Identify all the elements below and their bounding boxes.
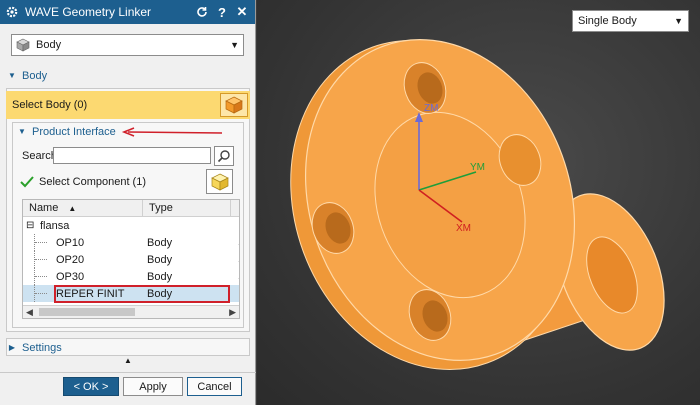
select-component-label: Select Component (1) [39,176,146,188]
search-input[interactable] [53,147,211,164]
body-section-label: Body [22,69,48,82]
row-name: OP30 [56,270,85,283]
body-section-header[interactable]: ▼ Body [8,67,248,84]
xm-axis-label: XM [456,223,471,234]
expand-triangle-icon: ▼ [8,71,16,80]
expand-triangle-icon: ▼ [18,127,26,136]
settings-label: Settings [22,341,62,354]
row-name: OP10 [56,236,85,249]
tree-collapse-icon[interactable]: ⊟ [26,220,36,231]
wave-geometry-linker-dialog: WAVE Geometry Linker ? ✕ Body ▼ ▼ Body S… [0,0,256,405]
row-type: Body [147,236,173,249]
cancel-button[interactable]: Cancel [187,377,242,396]
component-table: Name ▲ Type ⊟ flansa OP10 Body . OP20 Bo… [22,199,240,319]
close-icon[interactable]: ✕ [234,4,250,20]
checkmark-icon [20,176,34,188]
ym-axis-label: YM [470,162,485,173]
magnifier-icon [217,150,230,163]
search-button[interactable] [214,146,234,166]
tree-root-label: flansa [40,219,70,232]
scroll-right-icon[interactable]: ▶ [229,307,236,318]
scroll-left-icon[interactable]: ◀ [26,307,33,318]
select-component-button[interactable] [206,169,233,194]
flange-part-model[interactable] [257,0,700,405]
horizontal-scrollbar[interactable]: ◀ ▶ [23,305,239,318]
help-icon[interactable]: ? [214,4,230,20]
select-body-label: Select Body (0) [12,99,88,111]
row-type: Body [147,253,173,266]
table-row-selected[interactable]: REPER FINIT Body [23,285,239,303]
table-header: Name ▲ Type [23,200,239,217]
dialog-title: WAVE Geometry Linker [25,5,152,19]
search-label: Search [22,150,57,162]
select-component-row[interactable]: Select Component (1) [20,176,146,188]
product-interface-header[interactable]: ▼ Product Interface [18,123,128,140]
selection-filter-value: Single Body [578,15,637,27]
selection-filter-dropdown[interactable]: Single Body ▼ [572,10,689,32]
apply-button[interactable]: Apply [123,377,183,396]
row-name: OP20 [56,253,85,266]
table-row[interactable]: OP30 Body . [23,268,239,285]
red-arrow-annotation [121,127,223,137]
select-body-button[interactable] [220,93,248,117]
component-cube-icon [210,173,229,191]
settings-section-header[interactable]: ▶ Settings [8,339,248,356]
chevron-down-icon: ▼ [674,16,683,26]
body-cube-icon [16,38,30,52]
type-dropdown[interactable]: Body ▼ [11,34,244,56]
table-row[interactable]: OP10 Body . [23,234,239,251]
type-dropdown-value: Body [36,39,62,51]
table-row[interactable]: OP20 Body . [23,251,239,268]
zm-axis-label: ZM [424,103,439,114]
row-type: Body [147,270,173,283]
collapsed-triangle-icon: ▶ [8,343,16,352]
table-row[interactable]: ⊟ flansa [23,217,239,234]
product-interface-label: Product Interface [32,125,116,138]
ok-button[interactable]: < OK > [63,377,119,396]
select-body-row[interactable]: Select Body (0) [6,91,250,119]
scrollbar-thumb[interactable] [39,308,135,316]
column-header-type[interactable]: Type [143,200,231,216]
collapse-dialog-icon[interactable]: ▲ [0,356,256,368]
dialog-titlebar: WAVE Geometry Linker ? ✕ [0,0,255,24]
orange-cube-icon [225,96,243,114]
chevron-down-icon: ▼ [230,40,239,50]
sort-ascending-icon: ▲ [68,203,77,213]
column-header-name[interactable]: Name ▲ [23,200,143,216]
red-highlight-box [54,285,230,303]
reset-icon[interactable] [194,4,210,20]
gear-icon[interactable] [5,5,19,19]
